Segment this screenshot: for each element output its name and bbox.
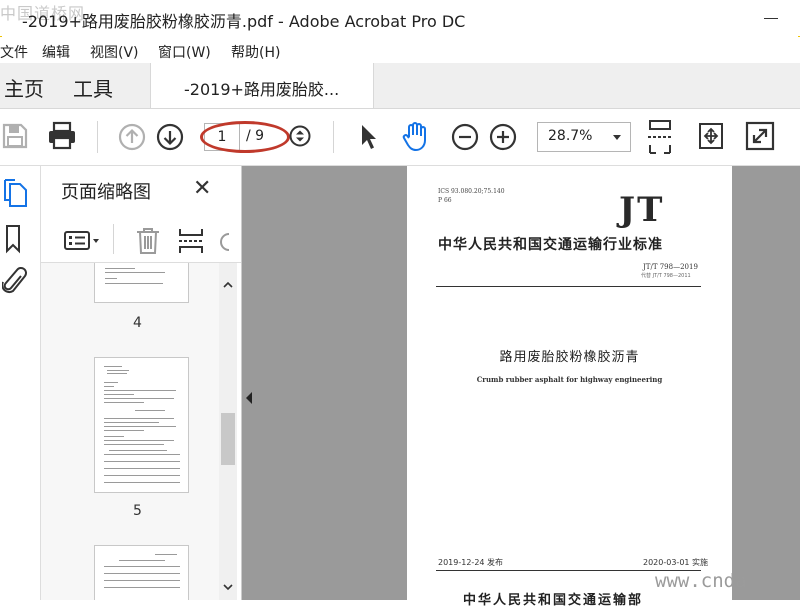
rotate-view-icon[interactable] xyxy=(697,121,725,151)
page-stepper-icon[interactable] xyxy=(289,125,311,147)
minimize-button[interactable] xyxy=(764,18,778,19)
issuing-authority: 中华人民共和国交通运输部 xyxy=(463,593,644,608)
thumbnail-page-number: 5 xyxy=(133,503,142,519)
toolbar: 1 / 9 28.7% xyxy=(0,109,800,166)
highlight-annotation xyxy=(200,121,290,153)
thumbnail-panel: 页面缩略图 ✕ 4 5 xyxy=(41,166,242,600)
zoom-value: 28.7% xyxy=(548,128,593,144)
jt-logo: JT xyxy=(619,190,665,230)
trash-icon[interactable] xyxy=(135,227,161,255)
watermark-bottom: www.cnda xyxy=(655,570,747,592)
full-screen-icon[interactable] xyxy=(745,121,775,151)
thumbnail-options-icon[interactable] xyxy=(63,230,101,252)
menu-edit[interactable]: 编辑 xyxy=(42,42,70,62)
document-viewer: ICS 93.080.20;75.140 P 66 JT 中华人民共和国交通运输… xyxy=(242,166,800,608)
replaces-standard: 代替 JT/T 798—2011 xyxy=(641,273,691,279)
menu-view[interactable]: 视图(V) xyxy=(90,42,139,62)
menu-bar: 文件 编辑 视图(V) 窗口(W) 帮助(H) xyxy=(0,37,800,63)
tab-document-label: -2019+路用废胎胶... xyxy=(184,80,340,99)
tab-tools[interactable]: 工具 xyxy=(73,73,113,102)
previous-page-icon[interactable] xyxy=(118,123,146,151)
hand-tool-icon[interactable] xyxy=(400,121,432,153)
top-rule xyxy=(436,286,701,287)
close-icon[interactable]: ✕ xyxy=(193,178,211,200)
window-title: -2019+路用废胎胶粉橡胶沥青.pdf - Adobe Acrobat Pro… xyxy=(22,12,466,31)
bookmark-icon[interactable] xyxy=(4,224,22,254)
attachment-icon[interactable] xyxy=(2,266,28,298)
collapse-panel-icon[interactable] xyxy=(246,392,252,404)
menu-file[interactable]: 文件 xyxy=(0,42,28,62)
document-title-cn: 路用废胎胶粉橡胶沥青 xyxy=(499,350,640,365)
page-thumbnail[interactable] xyxy=(94,545,189,600)
rotate-page-icon[interactable] xyxy=(217,230,231,254)
scroll-down-icon[interactable] xyxy=(223,583,233,591)
left-nav-rail xyxy=(0,166,41,600)
toolbar-separator xyxy=(97,121,98,153)
panel-toolbar xyxy=(41,216,241,263)
publish-date: 2019-12-24 发布 xyxy=(438,558,504,567)
page-thumbnail[interactable] xyxy=(94,357,189,493)
standard-category-title: 中华人民共和国交通运输行业标准 xyxy=(438,237,663,253)
toolbar-separator xyxy=(333,121,334,153)
tab-home[interactable]: 主页 xyxy=(4,73,44,102)
effective-date: 2020-03-01 实施 xyxy=(643,558,709,567)
chevron-down-icon xyxy=(613,135,621,140)
zoom-dropdown[interactable]: 28.7% xyxy=(537,122,631,152)
ccs-code: P 66 xyxy=(438,197,452,204)
zoom-out-icon[interactable] xyxy=(451,123,479,151)
menu-help[interactable]: 帮助(H) xyxy=(231,42,280,62)
panel-title: 页面缩略图 xyxy=(61,182,151,203)
scroll-up-icon[interactable] xyxy=(223,281,233,289)
scrollbar-thumb[interactable] xyxy=(221,413,235,465)
thumbnail-list: 4 5 xyxy=(41,263,219,600)
ics-code: ICS 93.080.20;75.140 xyxy=(438,188,505,195)
zoom-in-icon[interactable] xyxy=(489,123,517,151)
print-icon[interactable] xyxy=(47,121,77,151)
toolbar-separator xyxy=(113,224,114,254)
standard-number: JT/T 798—2019 xyxy=(643,263,698,271)
thumbnail-scrollbar[interactable] xyxy=(219,263,237,600)
insert-page-icon[interactable] xyxy=(177,227,205,255)
tab-document[interactable]: -2019+路用废胎胶... xyxy=(150,63,374,108)
tab-bar: 主页 工具 -2019+路用废胎胶... xyxy=(0,63,800,109)
fit-page-icon[interactable] xyxy=(646,119,674,155)
select-cursor-icon[interactable] xyxy=(358,123,380,151)
title-bar: 中国道桥网 -2019+路用废胎胶粉橡胶沥青.pdf - Adobe Acrob… xyxy=(0,0,800,36)
save-icon[interactable] xyxy=(2,122,28,150)
pdf-page: ICS 93.080.20;75.140 P 66 JT 中华人民共和国交通运输… xyxy=(407,166,732,608)
menu-window[interactable]: 窗口(W) xyxy=(158,42,211,62)
next-page-icon[interactable] xyxy=(156,123,184,151)
page-thumbnail[interactable] xyxy=(94,263,189,303)
page-thumbnails-icon[interactable] xyxy=(2,178,28,208)
thumbnail-page-number: 4 xyxy=(133,315,142,331)
document-title-en: Crumb rubber asphalt for highway enginee… xyxy=(476,375,663,384)
